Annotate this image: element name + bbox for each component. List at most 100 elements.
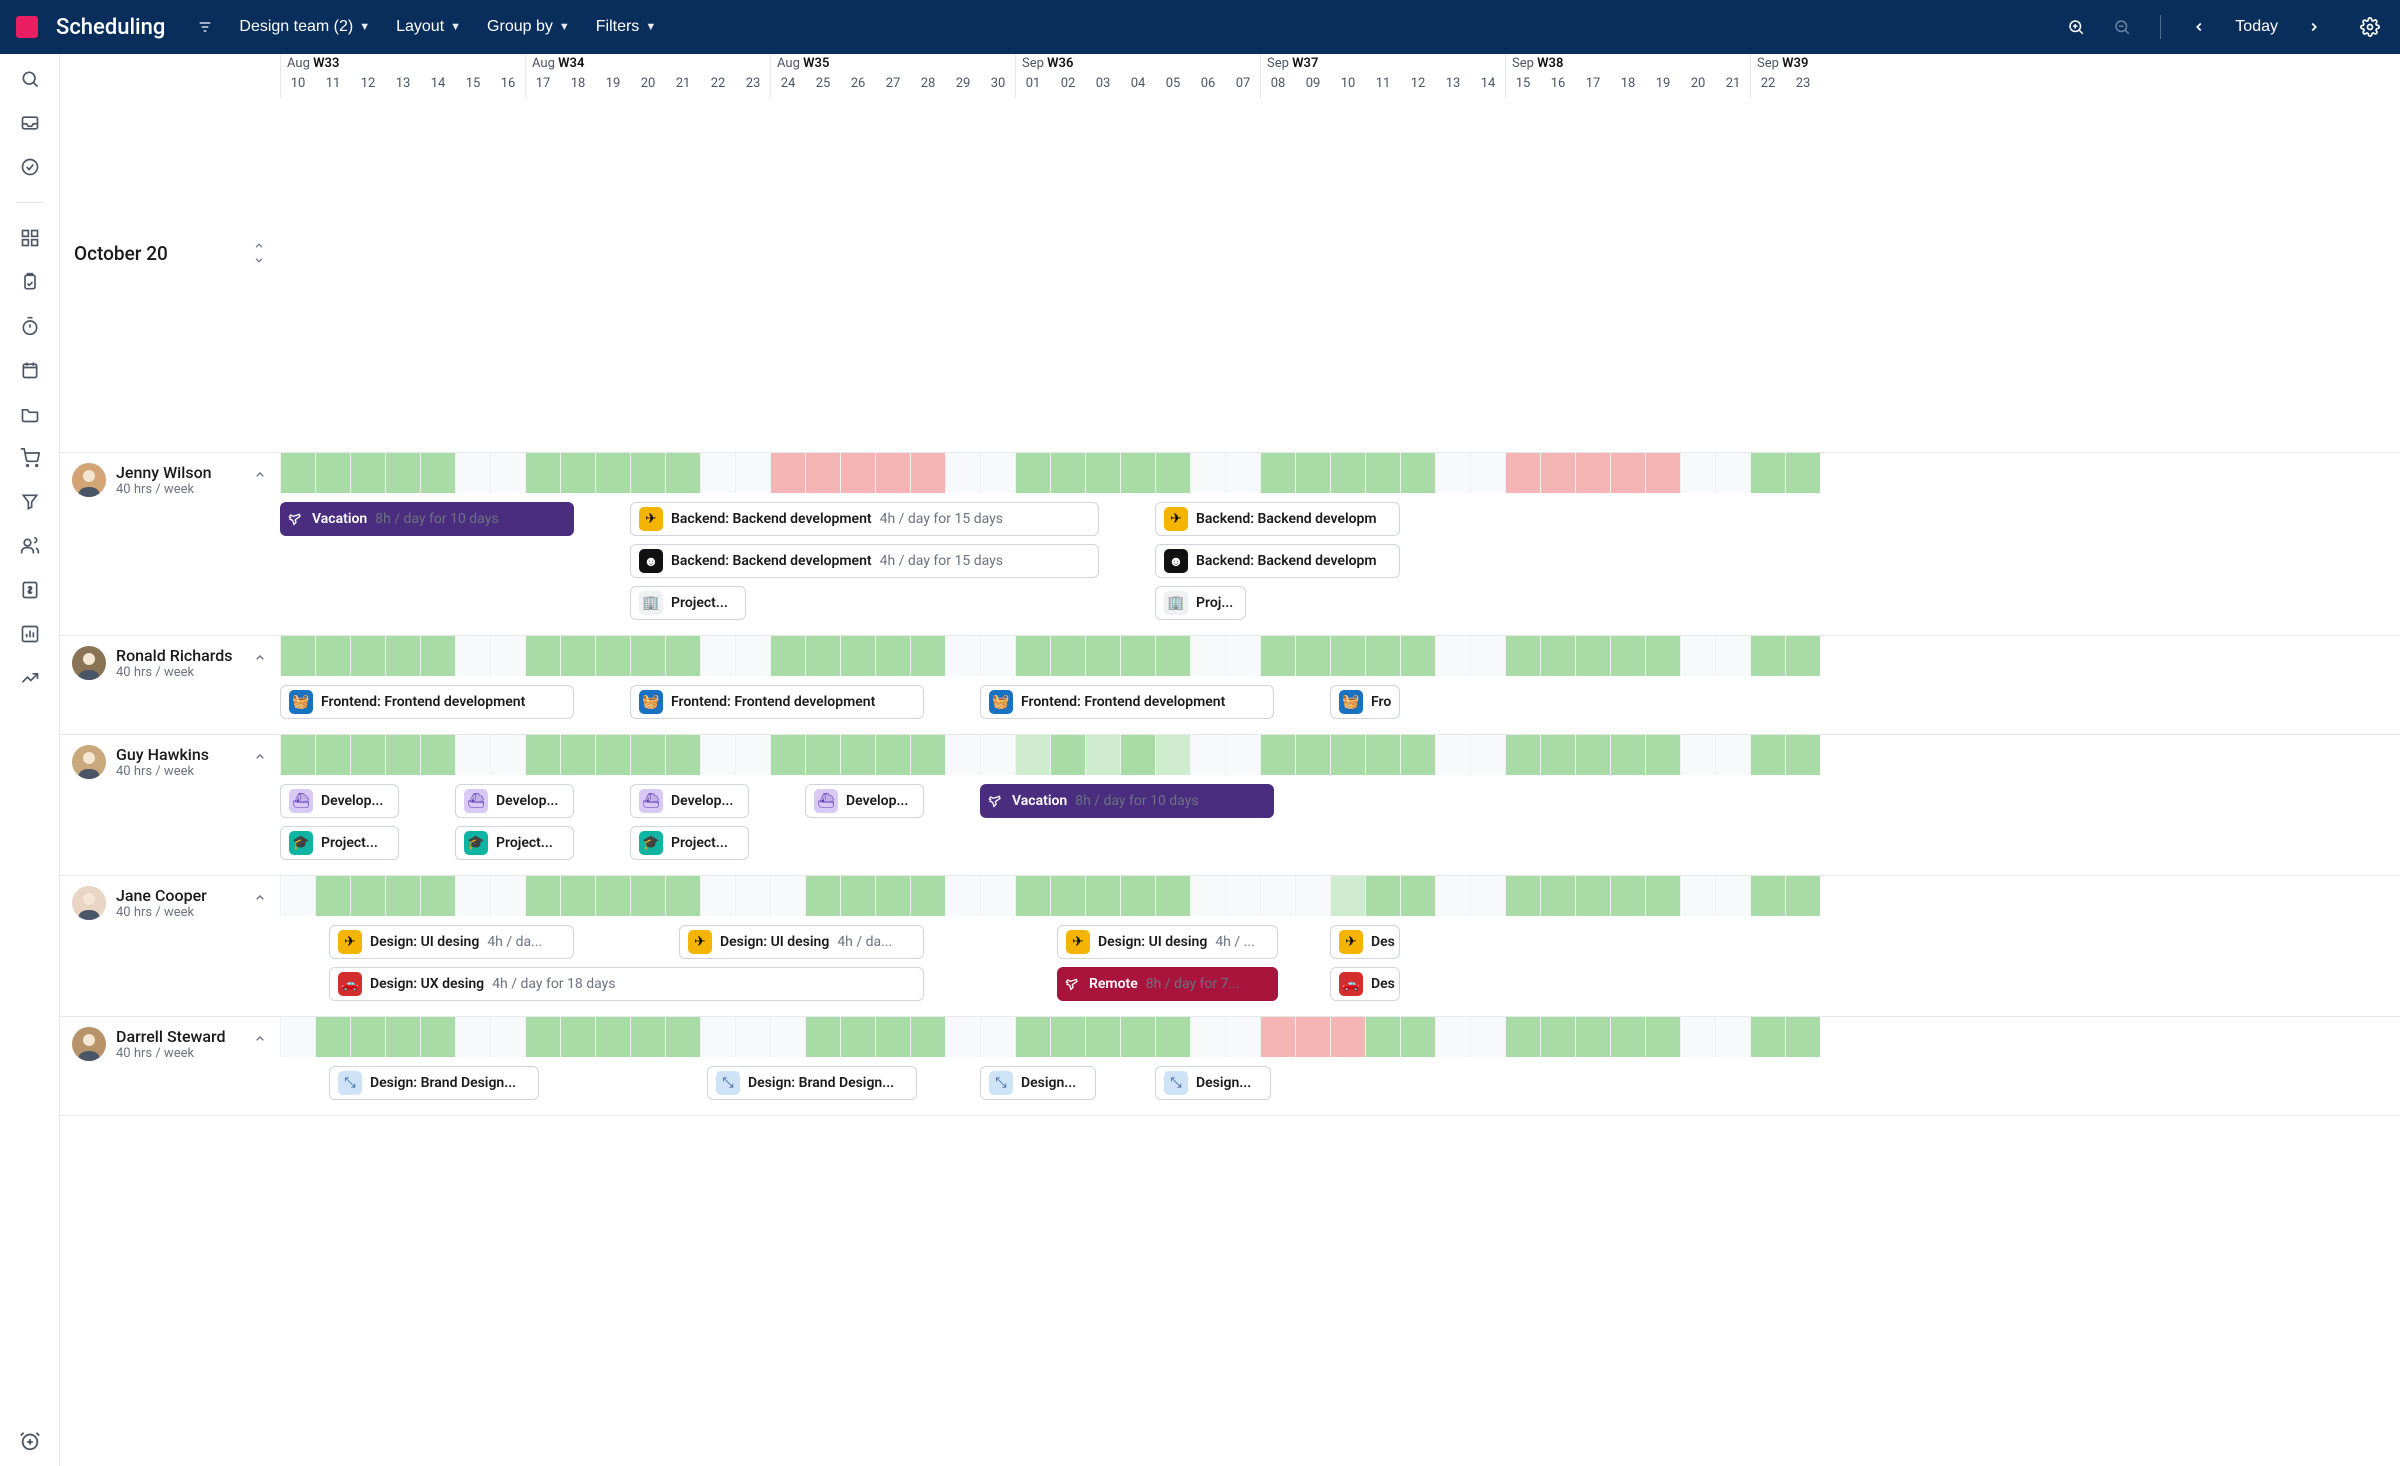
booking-bar[interactable]: ✈Des <box>1330 925 1400 959</box>
booking-bar[interactable]: ⤡Design... <box>980 1066 1096 1100</box>
resource-lane[interactable]: ⤡Design: Brand Design... ⤡Design: Brand D… <box>280 1017 2400 1115</box>
booking-bar[interactable]: ⛴Develop... <box>805 784 924 818</box>
resource-lane[interactable]: Vacation 8h / day for 10 days ✈Backend: B… <box>280 453 2400 635</box>
utilization-cell <box>560 876 595 916</box>
booking-bar[interactable]: 🚗Des <box>1330 967 1400 1001</box>
inbox-icon[interactable] <box>19 112 41 134</box>
booking-bar[interactable]: ⛴Develop... <box>630 784 749 818</box>
booking-bar[interactable]: ✈Backend: Backend developm <box>1155 502 1400 536</box>
booking-bar[interactable]: ✈Design: UI desing 4h / da... <box>329 925 574 959</box>
utilization-cell <box>280 453 315 493</box>
day-header: 12 <box>1400 76 1435 98</box>
resource-lane[interactable]: 🧺Frontend: Frontend development 🧺Frontend… <box>280 636 2400 734</box>
cart-icon[interactable] <box>19 447 41 469</box>
visible-date-label: October 20 <box>74 242 168 265</box>
zoom-out-icon[interactable] <box>2108 13 2136 41</box>
booking-bar[interactable]: 🏢Project... <box>630 586 746 620</box>
utilization-cell <box>980 1017 1015 1057</box>
collapse-row-icon[interactable] <box>252 745 268 765</box>
booking-bar[interactable]: ☻Backend: Backend developm <box>1155 544 1400 578</box>
booking-bar[interactable]: 🎓Project... <box>630 826 749 860</box>
utilization-cell <box>455 636 490 676</box>
utilization-cell <box>1330 453 1365 493</box>
app-logo[interactable] <box>16 16 38 38</box>
booking-bar[interactable]: 🧺Frontend: Frontend development <box>630 685 924 719</box>
booking-bar[interactable]: 🧺Frontend: Frontend development <box>980 685 1274 719</box>
booking-bar[interactable]: Remote 8h / day for 7... <box>1057 967 1278 1001</box>
booking-bar[interactable]: 🧺Frontend: Frontend development <box>280 685 574 719</box>
day-header: 11 <box>1365 76 1400 98</box>
booking-bar[interactable]: 🧺Fro <box>1330 685 1400 719</box>
check-circle-icon[interactable] <box>19 156 41 178</box>
collapse-row-icon[interactable] <box>252 463 268 483</box>
clipboard-icon[interactable] <box>19 271 41 293</box>
booking-bar[interactable]: ☻Backend: Backend development 4h / day f… <box>630 544 1099 578</box>
collapse-row-icon[interactable] <box>252 1027 268 1047</box>
booking-bar[interactable]: ⛴Develop... <box>455 784 574 818</box>
today-button[interactable]: Today <box>2231 12 2282 42</box>
booking-bar[interactable]: Vacation 8h / day for 10 days <box>280 502 574 536</box>
prev-period-icon[interactable] <box>2185 13 2213 41</box>
utilization-cell <box>1050 876 1085 916</box>
day-header: 11 <box>315 76 350 98</box>
settings-icon[interactable] <box>2356 13 2384 41</box>
utilization-strip <box>280 1017 2400 1057</box>
team-icon[interactable] <box>19 535 41 557</box>
booking-bar[interactable]: 🏢Proj... <box>1155 586 1246 620</box>
booking-bar[interactable]: ✈Design: UI desing 4h / ... <box>1057 925 1278 959</box>
booking-label: Develop... <box>496 793 558 809</box>
search-icon[interactable] <box>19 68 41 90</box>
booking-label: Project... <box>671 835 728 851</box>
booking-bar[interactable]: 🎓Project... <box>280 826 399 860</box>
avatar[interactable] <box>72 886 106 920</box>
date-stepper-icon[interactable] <box>252 239 266 267</box>
invoice-icon[interactable] <box>19 579 41 601</box>
booking-bar[interactable]: ⛴Develop... <box>280 784 399 818</box>
resource-header: Jenny Wilson 40 hrs / week <box>60 453 280 635</box>
calendar-icon[interactable] <box>19 359 41 381</box>
avatar[interactable] <box>72 1027 106 1061</box>
add-alarm-icon[interactable] <box>19 1430 41 1452</box>
collapse-row-icon[interactable] <box>252 646 268 666</box>
dashboard-icon[interactable] <box>19 227 41 249</box>
booking-bar[interactable]: ⤡Design: Brand Design... <box>707 1066 917 1100</box>
utilization-cell <box>1015 1017 1050 1057</box>
layout-dropdown[interactable]: Layout▼ <box>392 12 465 42</box>
funnel-icon[interactable] <box>19 491 41 513</box>
booking-meta: 8h / day for 10 days <box>1075 793 1198 809</box>
booking-bar[interactable]: ✈Design: UI desing 4h / da... <box>679 925 924 959</box>
avatar[interactable] <box>72 745 106 779</box>
booking-bar[interactable]: ✈Backend: Backend development 4h / day f… <box>630 502 1099 536</box>
day-header: 09 <box>1295 76 1330 98</box>
avatar[interactable] <box>72 646 106 680</box>
zoom-in-icon[interactable] <box>2062 13 2090 41</box>
utilization-cell <box>1085 735 1120 775</box>
timer-icon[interactable] <box>19 315 41 337</box>
filters-dropdown[interactable]: Filters▼ <box>592 12 660 42</box>
resource-lane[interactable]: ⛴Develop... ⛴Develop... ⛴Develop... ⛴Develo… <box>280 735 2400 875</box>
utilization-cell <box>875 876 910 916</box>
booking-bar[interactable]: ⤡Design... <box>1155 1066 1271 1100</box>
booking-label: Develop... <box>846 793 908 809</box>
utilization-cell <box>525 876 560 916</box>
trend-icon[interactable] <box>19 667 41 689</box>
resource-lane[interactable]: ✈Design: UI desing 4h / da... ✈Design: UI… <box>280 876 2400 1016</box>
utilization-cell <box>980 735 1015 775</box>
team-filter-dropdown[interactable]: Design team (2)▼ <box>235 12 374 42</box>
avatar[interactable] <box>72 463 106 497</box>
booking-bar[interactable]: ⤡Design: Brand Design... <box>329 1066 539 1100</box>
utilization-cell <box>840 453 875 493</box>
utilization-cell <box>840 636 875 676</box>
barchart-icon[interactable] <box>19 623 41 645</box>
booking-bar[interactable]: 🚗Design: UX desing 4h / day for 18 days <box>329 967 924 1001</box>
week-header: Aug W33 <box>280 54 525 76</box>
folder-icon[interactable] <box>19 403 41 425</box>
filter-icon-button[interactable] <box>193 13 217 41</box>
collapse-row-icon[interactable] <box>252 886 268 906</box>
booking-bar[interactable]: 🎓Project... <box>455 826 574 860</box>
groupby-dropdown[interactable]: Group by▼ <box>483 12 574 42</box>
utilization-cell <box>1120 636 1155 676</box>
booking-bar[interactable]: Vacation 8h / day for 10 days <box>980 784 1274 818</box>
utilization-cell <box>945 876 980 916</box>
next-period-icon[interactable] <box>2300 13 2328 41</box>
